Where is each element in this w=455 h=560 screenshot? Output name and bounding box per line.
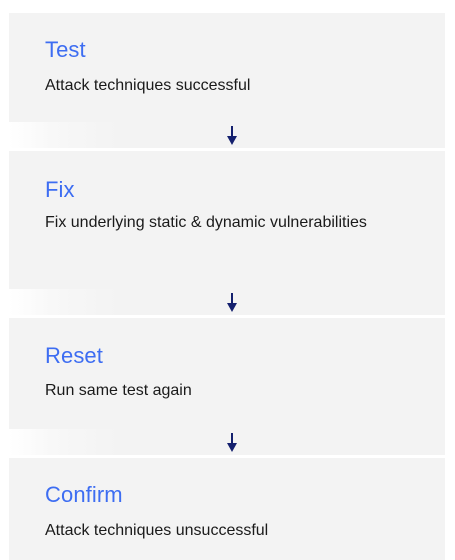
step-description: Fix underlying static & dynamic vulnerab… [45,214,367,231]
step-card-confirm: Confirm Attack techniques unsuccessful [9,458,445,560]
process-flow: Test Attack techniques successful Fix Fi… [0,0,455,560]
step-description: Attack techniques unsuccessful [45,522,269,539]
step-title: Fix [45,177,75,202]
step-card-reset: Reset Run same test again [9,318,445,429]
arrow-down-icon [227,433,237,452]
step-title: Reset [45,343,103,368]
arrow-down-icon [227,293,237,312]
step-description: Attack techniques successful [45,77,251,94]
step-card-fix: Fix Fix underlying static & dynamic vuln… [9,151,445,289]
step-card-test: Test Attack techniques successful [9,13,445,122]
step-title: Confirm [45,482,123,507]
arrow-down-icon [227,126,237,145]
step-description: Run same test again [45,382,192,399]
step-title: Test [45,37,86,62]
